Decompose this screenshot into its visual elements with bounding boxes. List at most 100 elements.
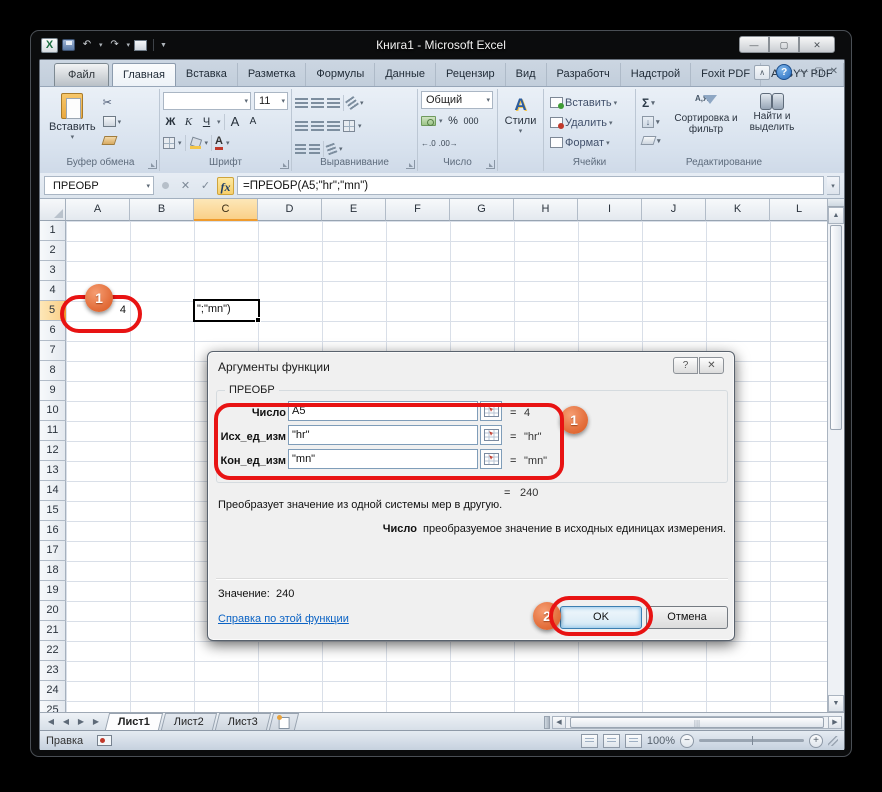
cut-button[interactable]: ✂: [100, 94, 125, 111]
horizontal-scrollbar[interactable]: ◀ ▶: [542, 715, 842, 729]
accounting-dropdown-icon[interactable]: ▾: [439, 117, 443, 125]
row-header-1[interactable]: 1: [40, 221, 66, 241]
accounting-format-icon[interactable]: [421, 116, 436, 126]
tab-вид[interactable]: Вид: [506, 63, 547, 86]
tab-формулы[interactable]: Формулы: [306, 63, 375, 86]
qat-customize-icon[interactable]: ▼: [160, 42, 167, 49]
row-header-13[interactable]: 13: [40, 461, 66, 481]
underline-button[interactable]: Ч: [199, 114, 214, 130]
page-break-view-icon[interactable]: [625, 734, 642, 748]
vertical-scroll-thumb[interactable]: [830, 225, 842, 430]
cancel-button[interactable]: Отмена: [646, 606, 728, 629]
tab-разметка[interactable]: Разметка: [238, 63, 307, 86]
tab-главная[interactable]: Главная: [112, 63, 176, 86]
increase-decimal-icon[interactable]: ←.0: [421, 139, 436, 148]
workbook-restore-icon[interactable]: ▢: [814, 64, 823, 80]
select-all-corner[interactable]: [40, 199, 66, 221]
shrink-font-button[interactable]: А: [246, 114, 261, 130]
horizontal-scroll-thumb[interactable]: [570, 717, 824, 728]
zoom-level[interactable]: 100%: [647, 735, 675, 747]
workbook-close-icon[interactable]: ✕: [830, 64, 838, 80]
quick-print-icon[interactable]: [134, 40, 147, 51]
dialog-help-icon[interactable]: ?: [673, 357, 698, 374]
number-dialog-launcher-icon[interactable]: [486, 160, 495, 169]
row-header-24[interactable]: 24: [40, 681, 66, 701]
column-header-c[interactable]: C: [194, 199, 258, 221]
delete-cells-button[interactable]: Удалить▾: [547, 114, 632, 131]
styles-button[interactable]: А Стили ▾: [501, 91, 540, 137]
row-header-17[interactable]: 17: [40, 541, 66, 561]
cancel-entry-button[interactable]: ✕: [177, 177, 194, 195]
redo-dropdown-icon[interactable]: ▾: [127, 41, 131, 49]
tab-разработч[interactable]: Разработч: [547, 63, 621, 86]
column-header-a[interactable]: A: [66, 199, 130, 221]
row-header-9[interactable]: 9: [40, 381, 66, 401]
minimize-button[interactable]: —: [739, 36, 769, 53]
orientation-dropdown-icon[interactable]: ▾: [360, 99, 364, 107]
font-size-select[interactable]: 11▾: [254, 92, 288, 110]
clear-button[interactable]: ▾: [639, 132, 673, 149]
undo-icon[interactable]: ↶: [79, 38, 95, 52]
column-header-l[interactable]: L: [770, 199, 829, 221]
vertical-scrollbar[interactable]: ▲ ▼: [827, 199, 844, 712]
zoom-slider[interactable]: [699, 739, 804, 742]
tab-данные[interactable]: Данные: [375, 63, 436, 86]
insert-cells-button[interactable]: Вставить▾: [547, 94, 632, 111]
restore-button[interactable]: ▢: [769, 36, 799, 53]
row-header-10[interactable]: 10: [40, 401, 66, 421]
row-header-22[interactable]: 22: [40, 641, 66, 661]
row-header-4[interactable]: 4: [40, 281, 66, 301]
vertical-split-handle[interactable]: [828, 199, 844, 207]
sheet-tab-лист1[interactable]: Лист1: [105, 713, 163, 730]
dialog-close-icon[interactable]: ✕: [699, 357, 724, 374]
name-box-dropdown-icon[interactable]: ▾: [146, 182, 150, 190]
fill-color-dropdown-icon[interactable]: ▾: [205, 139, 209, 147]
workbook-minimize-icon[interactable]: —: [798, 64, 808, 80]
row-header-25[interactable]: 25: [40, 701, 66, 712]
font-dialog-launcher-icon[interactable]: [280, 160, 289, 169]
zoom-in-icon[interactable]: +: [809, 734, 823, 748]
row-header-15[interactable]: 15: [40, 501, 66, 521]
row-header-8[interactable]: 8: [40, 361, 66, 381]
sort-filter-button[interactable]: А,Я Сортировка и фильтр: [673, 91, 739, 153]
align-middle-icon[interactable]: [311, 98, 324, 108]
scroll-up-icon[interactable]: ▲: [828, 207, 844, 224]
save-icon[interactable]: [62, 39, 75, 51]
collapse-ribbon-icon[interactable]: ∧: [754, 65, 770, 80]
scroll-left-icon[interactable]: ◀: [552, 716, 566, 729]
align-right-icon[interactable]: [327, 121, 340, 131]
borders-dropdown-icon[interactable]: ▾: [178, 139, 182, 147]
decrease-indent-icon[interactable]: [295, 144, 306, 154]
find-select-button[interactable]: Найти и выделить: [739, 91, 805, 153]
merge-dropdown-icon[interactable]: ▾: [358, 122, 362, 130]
increase-indent-icon[interactable]: [309, 144, 320, 154]
column-header-e[interactable]: E: [322, 199, 386, 221]
font-color-dropdown-icon[interactable]: ▾: [226, 139, 230, 147]
tab-foxit-pdf[interactable]: Foxit PDF: [691, 63, 761, 86]
page-layout-view-icon[interactable]: [603, 734, 620, 748]
comma-style-button[interactable]: 000: [464, 113, 479, 129]
scroll-right-icon[interactable]: ▶: [828, 716, 842, 729]
bold-button[interactable]: Ж: [163, 114, 178, 130]
name-box[interactable]: ПРЕОБР▾: [44, 176, 154, 195]
row-header-3[interactable]: 3: [40, 261, 66, 281]
cell-c5-edit[interactable]: ";"mn"): [193, 299, 260, 322]
column-header-h[interactable]: H: [514, 199, 578, 221]
orientation-icon[interactable]: [345, 96, 359, 110]
zoom-out-icon[interactable]: −: [680, 734, 694, 748]
paste-dropdown-icon[interactable]: ▾: [71, 133, 75, 141]
column-header-j[interactable]: J: [642, 199, 706, 221]
function-help-link[interactable]: Справка по этой функции: [218, 613, 349, 625]
paste-button[interactable]: Вставить ▾: [45, 91, 100, 153]
sheet-tab-лист2[interactable]: Лист2: [161, 713, 217, 730]
last-sheet-icon[interactable]: ▶: [89, 715, 103, 728]
normal-view-icon[interactable]: [581, 734, 598, 748]
percent-style-button[interactable]: %: [446, 113, 461, 129]
row-header-11[interactable]: 11: [40, 421, 66, 441]
column-header-g[interactable]: G: [450, 199, 514, 221]
row-header-23[interactable]: 23: [40, 661, 66, 681]
tab-split-handle[interactable]: [544, 716, 550, 729]
row-header-7[interactable]: 7: [40, 341, 66, 361]
column-header-i[interactable]: I: [578, 199, 642, 221]
alignment-dialog-launcher-icon[interactable]: [406, 160, 415, 169]
